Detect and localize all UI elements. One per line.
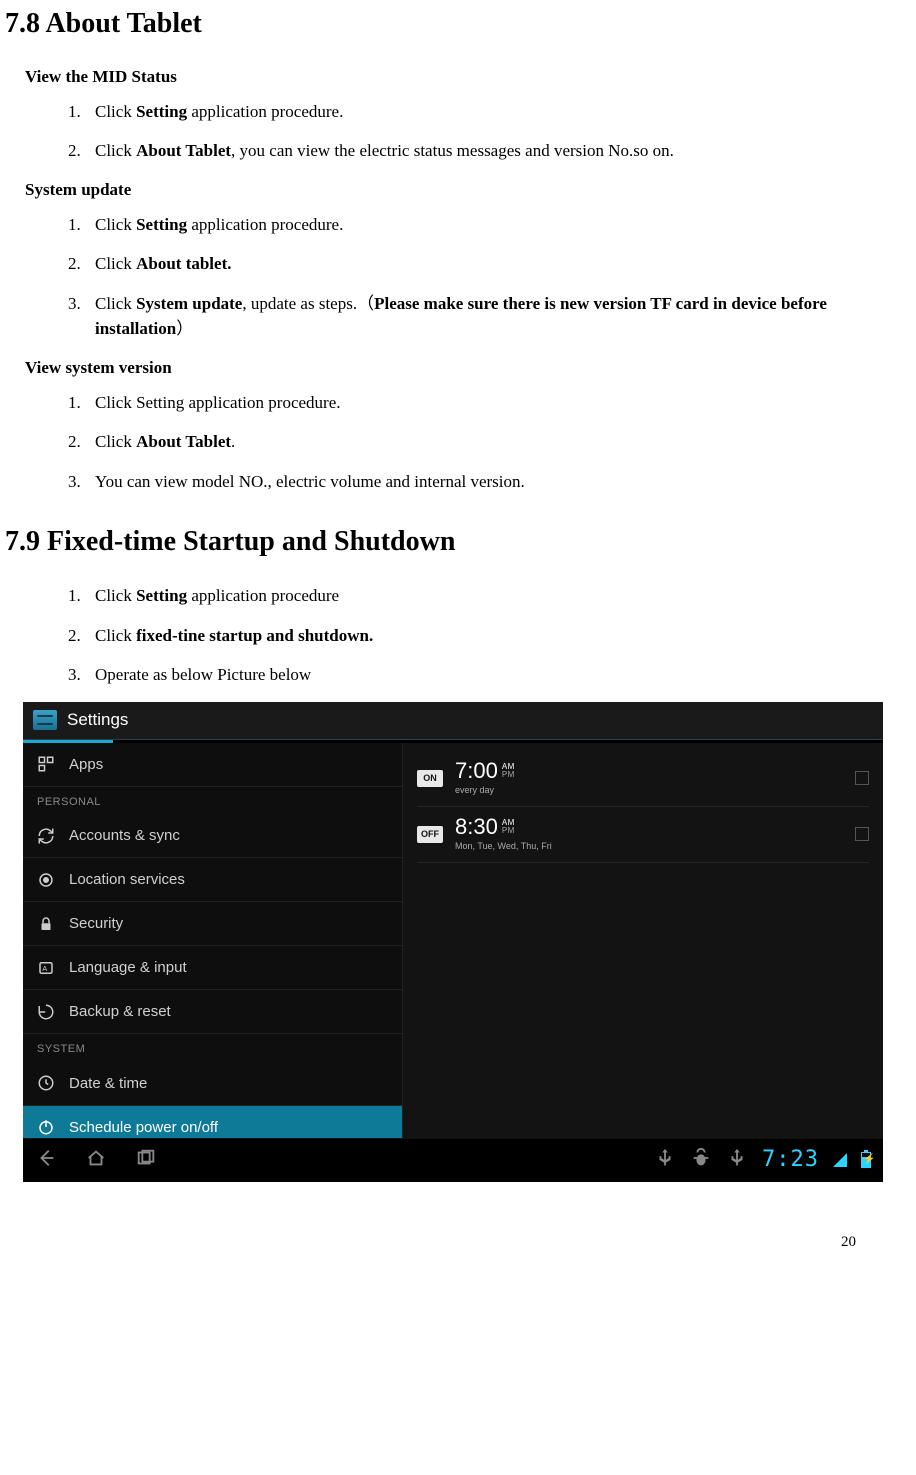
battery-icon: ⚡ [861,1152,871,1168]
list-item: Operate as below Picture below [85,662,896,688]
list-item: Click Setting application procedure. [85,212,896,238]
sidebar-item-label: Language & input [69,957,187,978]
list-item: Click Setting application procedure [85,583,896,609]
signal-icon [833,1153,847,1167]
android-settings-screenshot: Settings Apps PERSONAL Accounts & sync [23,702,883,1182]
sidebar-item-schedule-power[interactable]: Schedule power on/off [23,1106,402,1138]
ampm-indicator: AMPM [502,760,515,779]
list-item: Click Setting application procedure. [85,390,896,416]
schedule-checkbox[interactable] [855,827,869,841]
sidebar-item-label: Date & time [69,1073,147,1094]
lock-icon [37,915,55,933]
usb-icon [654,1147,676,1174]
sidebar-item-accounts-sync[interactable]: Accounts & sync [23,814,402,858]
schedule-row-off[interactable]: OFF 8:30 AMPM Mon, Tue, Wed, Thu, Fri [417,807,869,863]
schedule-time: 7:00 [455,760,498,782]
heading-system-update: System update [25,178,896,202]
power-icon [37,1118,55,1136]
location-icon [37,871,55,889]
sidebar-item-label: Apps [69,754,103,775]
sidebar-item-language-input[interactable]: A Language & input [23,946,402,990]
sidebar-item-label: Backup & reset [69,1001,171,1022]
sync-icon [37,827,55,845]
sidebar-item-security[interactable]: Security [23,902,402,946]
list-item: Click Setting application procedure. [85,99,896,125]
section-title-7-9: 7.9 Fixed-time Startup and Shutdown [5,522,896,561]
sidebar-item-date-time[interactable]: Date & time [23,1062,402,1106]
off-badge: OFF [417,826,443,843]
schedule-days: Mon, Tue, Wed, Thu, Fri [455,840,552,853]
list-item: Click About Tablet, you can view the ele… [85,138,896,164]
schedule-time: 8:30 [455,816,498,838]
list-item: You can view model NO., electric volume … [85,469,896,495]
schedule-pane: ON 7:00 AMPM every day OFF 8:30 [403,743,883,1138]
sidebar-item-backup-reset[interactable]: Backup & reset [23,990,402,1034]
sidebar-category-system: SYSTEM [23,1034,402,1061]
on-badge: ON [417,770,443,787]
ampm-indicator: AMPM [502,816,515,835]
back-button[interactable] [35,1147,57,1174]
apps-icon [37,755,55,773]
recent-apps-button[interactable] [135,1147,157,1174]
list-item: Click About Tablet. [85,429,896,455]
clock-icon [37,1074,55,1092]
sidebar-item-label: Accounts & sync [69,825,180,846]
sidebar-item-label: Security [69,913,123,934]
screen-title: Settings [67,708,128,732]
sidebar-category-personal: PERSONAL [23,787,402,814]
language-icon: A [37,959,55,977]
sidebar-item-label: Location services [69,869,185,890]
backup-icon [37,1003,55,1021]
schedule-checkbox[interactable] [855,771,869,785]
list-item: Click About tablet. [85,251,896,277]
list-item: Click System update, update as steps.（Pl… [85,291,896,342]
schedule-row-on[interactable]: ON 7:00 AMPM every day [417,751,869,807]
svg-text:A: A [42,964,47,973]
section-title-7-8: 7.8 About Tablet [5,4,896,43]
settings-sidebar: Apps PERSONAL Accounts & sync Location s… [23,743,403,1138]
system-navbar: 7:23 ⚡ [23,1138,883,1182]
list-item: Click fixed-tine startup and shutdown. [85,623,896,649]
sidebar-item-apps[interactable]: Apps [23,743,402,787]
schedule-days: every day [455,784,515,797]
settings-icon [33,710,57,730]
statusbar-clock: 7:23 [762,1145,819,1176]
heading-view-version: View system version [25,356,896,380]
sidebar-item-location-services[interactable]: Location services [23,858,402,902]
heading-view-mid-status: View the MID Status [25,65,896,89]
page-number: 20 [5,1182,896,1253]
usb-icon-2 [726,1147,748,1174]
home-button[interactable] [85,1147,107,1174]
debug-icon [690,1147,712,1174]
sidebar-item-label: Schedule power on/off [69,1117,218,1138]
